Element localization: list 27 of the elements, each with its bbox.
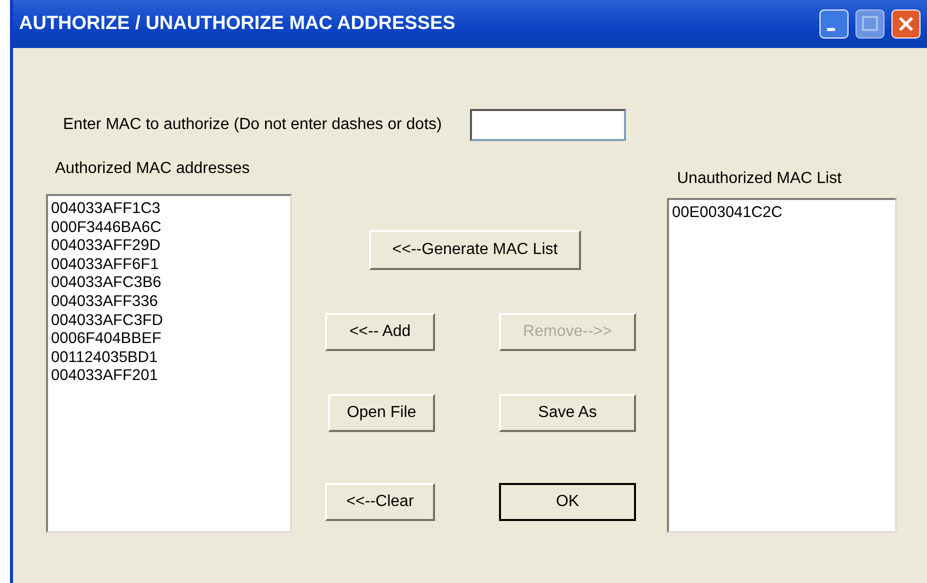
minimize-icon[interactable]: [819, 9, 849, 39]
list-item[interactable]: 004033AFF1C3: [51, 200, 287, 219]
authorized-list[interactable]: 004033AFF1C3 000F3446BA6C 004033AFF29D 004033AFF6F1 004033AFC3B6 004033AFF336 004033AFC3FD 0006F404BBEF 001124035BD1 004033AFF201: [46, 194, 292, 533]
list-item[interactable]: 004033AFF201: [51, 367, 287, 386]
list-item[interactable]: 000F3446BA6C: [51, 218, 287, 238]
list-label: Authorized MAC addresses: [54, 160, 251, 179]
list-item[interactable]: 004033AFF6F1: [51, 256, 287, 274]
window-title: AUTHORIZE / UNAUTHORIZE MAC ADDRESSES: [19, 13, 456, 35]
list-item[interactable]: 004033AFC3B6: [51, 274, 287, 293]
list-label: Unauthorized MAC List: [676, 170, 843, 188]
unauthorized-list[interactable]: 00E003041C2C: [667, 198, 897, 533]
close-icon[interactable]: [891, 9, 921, 39]
button[interactable]: <<--Clear: [325, 483, 435, 521]
mac-entry-label: Enter MAC to authorize (Do not enter dashes or dots): [63, 116, 442, 134]
list-item[interactable]: 004033AFF29D: [51, 237, 287, 256]
list-item[interactable]: 00E003041C2C: [672, 204, 892, 223]
list-item[interactable]: 0006F404BBEF: [51, 330, 287, 349]
button[interactable]: <<-- Add: [325, 313, 435, 351]
mac-input-field[interactable]: [470, 109, 626, 141]
button[interactable]: Save As: [499, 394, 636, 432]
maximize-icon[interactable]: [855, 9, 885, 39]
button[interactable]: <<--Generate MAC List: [369, 230, 581, 270]
button[interactable]: OK: [499, 483, 636, 521]
list-item[interactable]: 004033AFF336: [51, 292, 287, 312]
list-item[interactable]: 001124035BD1: [51, 348, 287, 368]
list-item[interactable]: 004033AFC3FD: [51, 312, 287, 330]
button[interactable]: Open File: [328, 394, 435, 432]
